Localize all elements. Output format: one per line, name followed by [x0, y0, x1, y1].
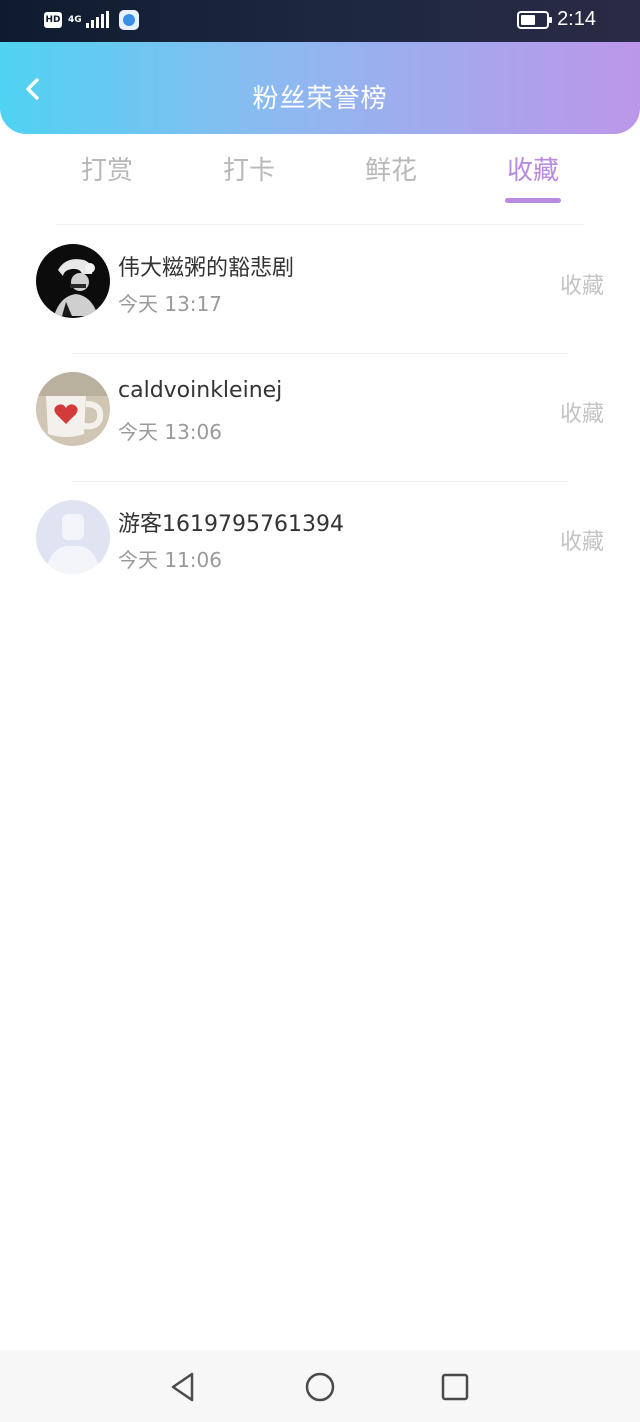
tab-bar: 打赏 打卡 鲜花 收藏: [36, 150, 604, 206]
fan-time: 今天 13:17: [118, 292, 222, 316]
action-type-label: 收藏: [559, 274, 604, 299]
nav-recents-button[interactable]: [438, 1370, 472, 1404]
status-time: 2:14: [557, 8, 596, 30]
fan-list: 伟大糍粥的豁悲剧 今天 13:17 收藏 caldvoinkleinej 今天 …: [0, 226, 640, 610]
tabs-divider: [56, 224, 584, 225]
action-type-label: 收藏: [559, 402, 604, 427]
default-user-icon: [36, 500, 110, 574]
hd-badge: HD: [44, 12, 62, 28]
fan-name: caldvoinkleinej: [118, 378, 283, 403]
system-nav-bar: [0, 1350, 640, 1422]
fan-name: 游客1619795761394: [118, 512, 344, 537]
fans-honor-screen: HD 4G 2:14 粉丝荣誉榜 打赏 打卡 鲜花 收藏 伟大糍粥的豁悲剧 今天…: [0, 0, 640, 1422]
tab-flowers[interactable]: 鲜花: [320, 150, 462, 206]
header-bar: 粉丝荣誉榜: [0, 42, 640, 134]
network-type-label: 4G: [68, 14, 82, 25]
tab-reward[interactable]: 打赏: [36, 150, 178, 206]
tab-label: 打卡: [222, 156, 275, 186]
status-left: HD 4G: [44, 10, 139, 30]
nav-home-button[interactable]: [303, 1370, 337, 1404]
avatar[interactable]: [36, 372, 110, 446]
app-notification-icon: [119, 10, 139, 30]
signal-strength-icon: [86, 11, 109, 28]
action-type-label: 收藏: [559, 530, 604, 555]
battery-icon: [517, 10, 553, 29]
status-bar: HD 4G 2:14: [0, 0, 640, 42]
tab-checkin[interactable]: 打卡: [178, 150, 320, 206]
tab-favorites[interactable]: 收藏: [462, 150, 604, 206]
heart-mug-icon: [36, 372, 110, 446]
circle-home-icon: [305, 1372, 335, 1402]
list-item[interactable]: 游客1619795761394 今天 11:06 收藏: [0, 482, 640, 610]
list-item[interactable]: 伟大糍粥的豁悲剧 今天 13:17 收藏: [0, 226, 640, 354]
page-title: 粉丝荣誉榜: [252, 84, 388, 114]
square-recents-icon: [441, 1373, 469, 1401]
tab-label: 鲜花: [364, 156, 417, 186]
avatar[interactable]: [36, 244, 110, 318]
fan-name: 伟大糍粥的豁悲剧: [118, 256, 295, 281]
tab-label: 打赏: [80, 156, 133, 186]
active-tab-indicator: [505, 198, 561, 203]
fan-time: 今天 11:06: [118, 548, 222, 572]
status-right: 2:14: [517, 8, 596, 31]
tab-label: 收藏: [506, 156, 559, 186]
avatar[interactable]: [36, 500, 110, 574]
nav-back-button[interactable]: [166, 1370, 200, 1404]
triangle-back-icon: [171, 1372, 194, 1402]
list-item[interactable]: caldvoinkleinej 今天 13:06 收藏: [0, 354, 640, 482]
fan-time: 今天 13:06: [118, 420, 222, 444]
mario-silhouette-icon: [36, 244, 110, 318]
